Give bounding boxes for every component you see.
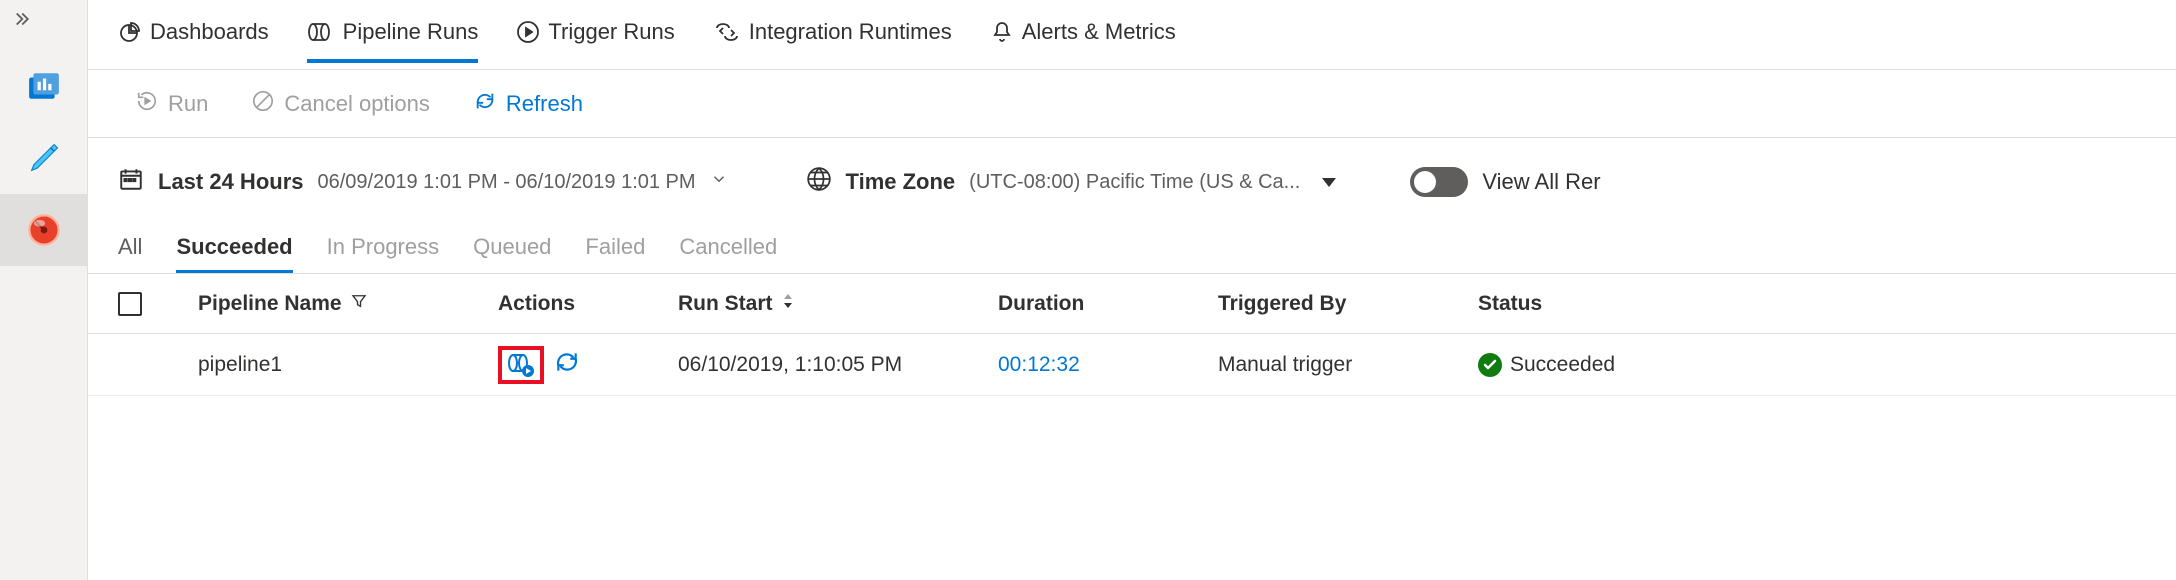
rail-item-overview[interactable] [0, 50, 88, 122]
col-run-start-label: Run Start [678, 292, 773, 316]
cell-actions [498, 346, 678, 384]
tab-dashboards[interactable]: Dashboards [118, 19, 269, 63]
tab-integration-runtimes-label: Integration Runtimes [749, 19, 952, 45]
toggle-knob [1414, 171, 1436, 193]
tab-trigger-runs-label: Trigger Runs [548, 19, 674, 45]
view-activity-runs-icon[interactable] [498, 346, 544, 384]
pipeline-icon [307, 20, 335, 44]
main-content: Dashboards Pipeline Runs Trigger Runs In… [88, 0, 2176, 580]
top-nav: Dashboards Pipeline Runs Trigger Runs In… [88, 0, 2176, 70]
rail-item-monitor[interactable] [0, 194, 88, 266]
tab-integration-runtimes[interactable]: Integration Runtimes [713, 19, 952, 63]
rerun-icon[interactable] [554, 349, 580, 381]
timezone-value: (UTC-08:00) Pacific Time (US & Ca... [969, 171, 1300, 194]
status-tab-all[interactable]: All [118, 234, 142, 273]
rail-item-author[interactable] [0, 122, 88, 194]
view-all-toggle-group: View All Rer [1410, 167, 1600, 197]
tab-pipeline-runs[interactable]: Pipeline Runs [307, 19, 479, 63]
col-duration-label: Duration [998, 292, 1084, 316]
col-status-label: Status [1478, 292, 1542, 316]
tab-alerts-metrics[interactable]: Alerts & Metrics [990, 19, 1176, 63]
table-row[interactable]: pipeline1 06/10/2019, 1:10:05 PM 00:12:3… [88, 334, 2176, 396]
integration-icon [713, 20, 741, 44]
status-tab-succeeded[interactable]: Succeeded [176, 234, 292, 273]
cancel-options-label: Cancel options [284, 91, 430, 117]
col-run-start[interactable]: Run Start [678, 292, 998, 316]
caret-down-icon [1322, 178, 1336, 187]
status-tab-queued[interactable]: Queued [473, 234, 551, 273]
cancel-icon [252, 90, 274, 118]
cell-pipeline-name[interactable]: pipeline1 [198, 353, 498, 377]
cell-duration[interactable]: 00:12:32 [998, 353, 1218, 377]
col-pipeline-name-label: Pipeline Name [198, 292, 342, 316]
cell-triggered-by: Manual trigger [1218, 353, 1478, 377]
runs-table: Pipeline Name Actions Run Start Duration [88, 274, 2176, 396]
status-tab-cancelled[interactable]: Cancelled [679, 234, 777, 273]
cell-status-label: Succeeded [1510, 353, 1615, 377]
col-pipeline-name[interactable]: Pipeline Name [198, 292, 498, 316]
bell-icon [990, 20, 1014, 44]
cancel-options-button[interactable]: Cancel options [244, 84, 438, 124]
toolbar: Run Cancel options Refresh [88, 70, 2176, 138]
expand-rail-icon[interactable] [14, 8, 36, 36]
tab-trigger-runs[interactable]: Trigger Runs [516, 19, 674, 63]
col-actions-label: Actions [498, 292, 575, 316]
sort-icon [781, 292, 795, 316]
tab-dashboards-label: Dashboards [150, 19, 269, 45]
pie-chart-icon [118, 20, 142, 44]
table-header: Pipeline Name Actions Run Start Duration [88, 274, 2176, 334]
filter-bar: Last 24 Hours 06/09/2019 1:01 PM - 06/10… [88, 138, 2176, 226]
filter-icon [350, 292, 368, 316]
view-all-label: View All Rer [1482, 169, 1600, 195]
left-rail [0, 0, 88, 580]
tab-alerts-metrics-label: Alerts & Metrics [1022, 19, 1176, 45]
refresh-label: Refresh [506, 91, 583, 117]
globe-icon [806, 166, 832, 198]
play-circle-icon [516, 20, 540, 44]
col-duration[interactable]: Duration [998, 292, 1218, 316]
time-range-label: Last 24 Hours [158, 169, 304, 195]
refresh-icon [474, 90, 496, 118]
tab-pipeline-runs-label: Pipeline Runs [343, 19, 479, 45]
calendar-icon [118, 166, 144, 198]
select-all-checkbox[interactable] [118, 292, 142, 316]
run-button[interactable]: Run [128, 84, 216, 124]
col-triggered-by[interactable]: Triggered By [1218, 292, 1478, 316]
run-icon [136, 90, 158, 118]
timezone-picker[interactable]: Time Zone (UTC-08:00) Pacific Time (US &… [806, 166, 1337, 198]
refresh-button[interactable]: Refresh [466, 84, 591, 124]
cell-run-start: 06/10/2019, 1:10:05 PM [678, 353, 998, 377]
cell-status: Succeeded [1478, 353, 1778, 377]
status-tab-failed[interactable]: Failed [585, 234, 645, 273]
chevron-down-icon [710, 170, 728, 194]
status-tabs: All Succeeded In Progress Queued Failed … [88, 226, 2176, 274]
view-all-toggle[interactable] [1410, 167, 1468, 197]
col-status[interactable]: Status [1478, 292, 1778, 316]
col-actions: Actions [498, 292, 678, 316]
success-check-icon [1478, 353, 1502, 377]
status-tab-in-progress[interactable]: In Progress [327, 234, 440, 273]
time-range-picker[interactable]: Last 24 Hours 06/09/2019 1:01 PM - 06/10… [118, 166, 728, 198]
run-label: Run [168, 91, 208, 117]
time-range-value: 06/09/2019 1:01 PM - 06/10/2019 1:01 PM [318, 171, 696, 194]
col-triggered-by-label: Triggered By [1218, 292, 1346, 316]
timezone-label: Time Zone [846, 169, 956, 195]
